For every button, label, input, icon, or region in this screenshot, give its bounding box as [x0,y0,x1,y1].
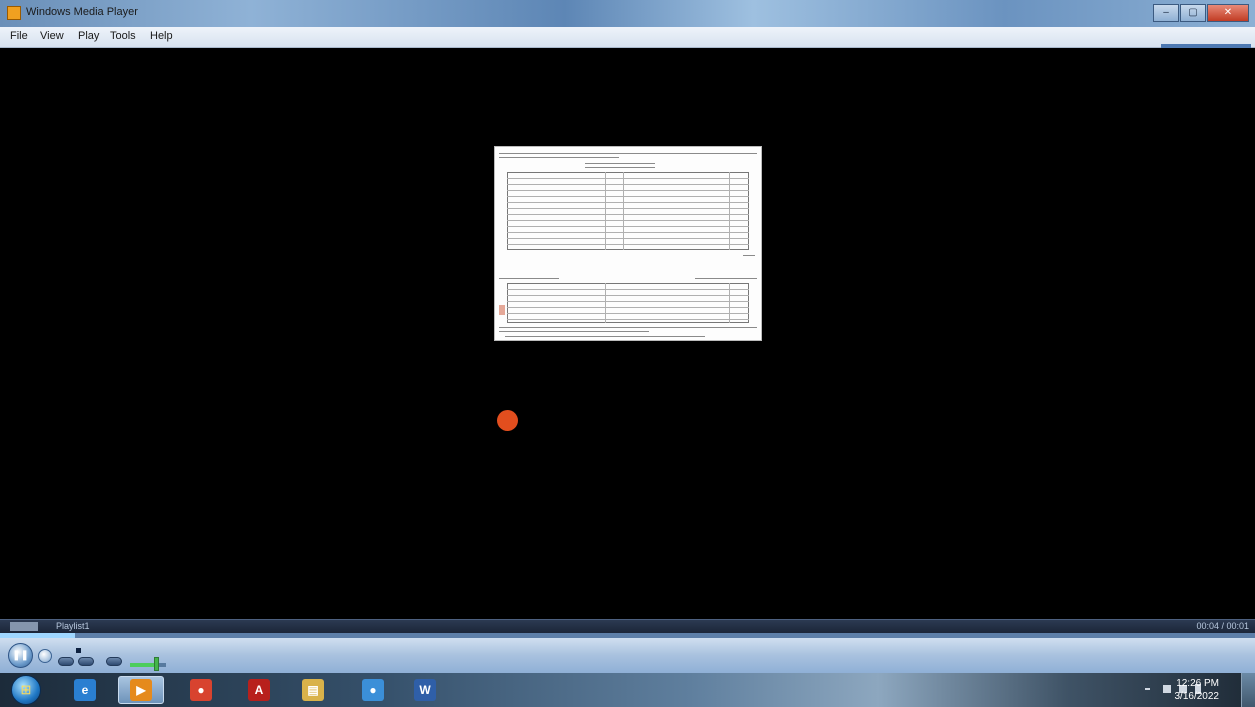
time-readout: 00:04 / 00:01 [1196,621,1249,631]
menu-tools[interactable]: Tools [110,30,136,42]
doc-table-row [507,301,749,302]
doc-table-row [507,202,749,203]
doc-table-divider [729,283,730,323]
taskbar: ⊞ e ▶ ● A ▤ ● W 12:26 PM 3/16/2022 [0,673,1255,707]
doc-table-divider [605,172,606,250]
doc-text-line [499,278,559,279]
mute-button[interactable] [106,657,122,666]
doc-table-row [507,307,749,308]
taskbar-internet-explorer[interactable]: e [62,676,108,704]
windows-media-player-icon: ▶ [130,679,152,701]
doc-table-row [507,238,749,239]
file-explorer-icon: ▤ [302,679,324,701]
repeat-button[interactable] [78,657,94,666]
volume-level-fill [130,663,157,667]
show-desktop-button[interactable] [1241,673,1255,707]
doc-table-row [507,208,749,209]
seek-position-marker[interactable] [76,648,81,653]
doc-table-row [507,184,749,185]
window-controls: – ▢ ✕ [1152,4,1249,22]
doc-table-row [507,178,749,179]
doc-table-divider [729,172,730,250]
doc-table-row [507,196,749,197]
doc-table-row [507,220,749,221]
maximize-button[interactable]: ▢ [1180,4,1206,22]
doc-table-row [507,190,749,191]
doc-table-row [507,319,749,320]
play-pause-button[interactable]: ❚❚ [8,643,33,668]
shuffle-button[interactable] [58,657,74,666]
menu-bar: File View Play Tools Help [0,27,1255,48]
stop-button[interactable] [38,649,52,663]
doc-table-row [507,232,749,233]
screen: Windows Media Player – ▢ ✕ File View Pla… [0,0,1255,707]
doc-text-line [499,327,757,328]
menu-play[interactable]: Play [78,30,99,42]
taskbar-windows-media-player[interactable]: ▶ [118,676,164,704]
doc-table-divider [605,283,606,323]
doc-text-line [499,157,619,158]
doc-table-row [507,289,749,290]
doc-table-row [507,214,749,215]
doc-text-line [505,336,705,337]
playback-controls: ❚❚ [0,633,1255,673]
video-frame-document [494,146,762,341]
title-bar[interactable]: Windows Media Player – ▢ ✕ [0,0,1255,27]
taskbar-word-document[interactable]: W [402,676,448,704]
doc-table-divider [623,172,624,250]
playlist-label[interactable]: Playlist1 [56,621,90,631]
seek-bar-fill [0,633,76,638]
windows-start-icon[interactable]: ⊞ [11,675,41,705]
clock-date[interactable]: 3/16/2022 [1175,691,1220,702]
close-button[interactable]: ✕ [1207,4,1249,22]
volume-slider[interactable] [130,657,166,671]
menu-view[interactable]: View [40,30,64,42]
flag-icon[interactable] [1163,685,1171,693]
seek-bar[interactable] [0,633,1255,638]
playlist-icon[interactable] [10,622,38,631]
taskbar-chrome-profile[interactable]: ● [350,676,396,704]
now-playing-bar: Playlist1 00:04 / 00:01 [0,619,1255,633]
internet-explorer-icon: e [74,679,96,701]
doc-text-line [743,255,755,256]
doc-table-row [507,313,749,314]
taskbar-chrome[interactable]: ● [178,676,224,704]
adobe-acrobat-icon: A [248,679,270,701]
doc-text-line [585,167,655,168]
doc-text-line [695,278,757,279]
doc-text-line [585,163,655,164]
doc-table-row [507,226,749,227]
volume-knob[interactable] [154,657,159,671]
show-hidden-icons-icon[interactable] [1145,688,1150,690]
word-document-icon: W [414,679,436,701]
minimize-button[interactable]: – [1153,4,1179,22]
doc-text-line [499,331,649,332]
doc-table-row [507,295,749,296]
menu-help[interactable]: Help [150,30,173,42]
doc-highlight-mark [499,305,505,315]
taskbar-adobe-acrobat[interactable]: A [236,676,282,704]
doc-table-row [507,244,749,245]
chrome-profile-icon: ● [362,679,384,701]
clock-time[interactable]: 12:26 PM [1176,678,1219,689]
pointer-highlight-dot [497,410,518,431]
system-tray: 12:26 PM 3/16/2022 [1065,673,1255,707]
media-player-icon [7,6,21,20]
menu-file[interactable]: File [10,30,28,42]
doc-text-line [499,153,757,154]
taskbar-file-explorer[interactable]: ▤ [290,676,336,704]
switch-to-library-strip[interactable] [1161,44,1251,48]
chrome-icon: ● [190,679,212,701]
window-title: Windows Media Player [26,6,138,18]
